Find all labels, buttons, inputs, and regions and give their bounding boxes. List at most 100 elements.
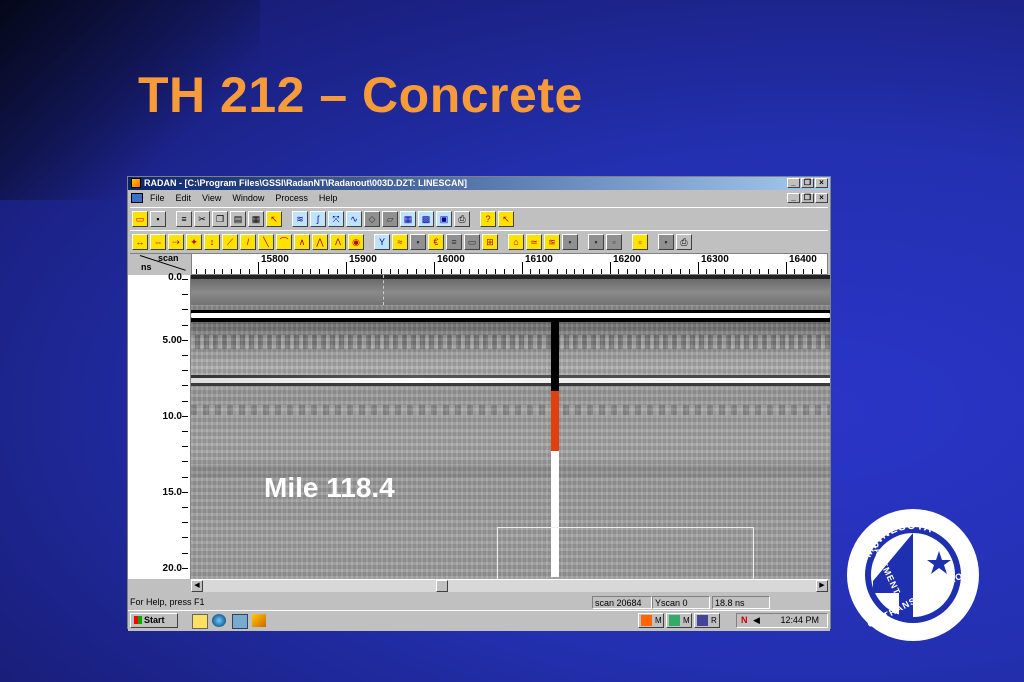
marker-icon[interactable]: ▫ [632,234,648,250]
context-help-icon[interactable]: ↖ [498,211,514,227]
time-axis-tick [182,370,188,372]
selection-rectangle[interactable] [497,527,754,579]
copy-icon[interactable]: ❐ [212,211,228,227]
paste-icon[interactable]: ▤ [230,211,246,227]
wave-icon[interactable]: ∿ [346,211,362,227]
ruler-tick [495,269,497,274]
tray-flag[interactable]: N [741,614,748,627]
quicklaunch-icon[interactable] [252,614,266,627]
velocity-icon[interactable]: ╲ [258,234,274,250]
zoom-icon[interactable]: ⤧ [328,211,344,227]
printer-icon[interactable]: ⎙ [676,234,692,250]
desktop-icon[interactable] [192,614,208,629]
radargram-plot[interactable] [191,275,830,579]
ruler-tick [460,269,461,274]
ruler-tick [257,262,259,274]
ruler-tick [451,269,453,274]
block-icon[interactable]: ▪ [562,234,578,250]
minimize-button[interactable]: _ [787,178,800,188]
doc-close-button[interactable]: × [815,193,828,203]
migration-icon[interactable]: ⌒ [276,234,292,250]
slope-icon[interactable]: / [240,234,256,250]
ruler-tick [354,269,356,274]
ie-icon[interactable] [212,614,226,627]
menu-window[interactable]: Window [232,191,264,205]
surface-icon[interactable]: ⌂ [508,234,524,250]
clock: 12:44 PM [780,615,819,625]
open-icon[interactable]: ▭ [132,211,148,227]
help-icon[interactable]: ? [480,211,496,227]
box-icon[interactable]: ▪ [410,234,426,250]
ruler-tick [301,269,303,274]
export-icon[interactable]: ▪ [588,234,604,250]
task-button[interactable]: M [638,613,664,628]
scroll-thumb[interactable] [436,580,448,592]
properties-icon[interactable]: ≡ [176,211,192,227]
radan-window[interactable]: RADAN - [C:\Program Files\GSSI\RadanNT\R… [127,176,831,631]
hyperbola-icon[interactable]: ∧ [294,234,310,250]
monitor-icon[interactable]: ▣ [436,211,452,227]
ruler-tick [275,269,277,274]
time-zero-icon[interactable]: ↕ [204,234,220,250]
target-icon[interactable]: ◉ [348,234,364,250]
window-icon[interactable]: ▭ [464,234,480,250]
gain-icon[interactable]: ⟋ [222,234,238,250]
fit-icon[interactable]: ⋀ [312,234,328,250]
doc-minimize-button[interactable]: _ [787,193,800,203]
report-icon[interactable]: ▪ [658,234,674,250]
wiggle-icon[interactable]: ʃ [310,211,326,227]
start-button[interactable]: Start [130,613,178,628]
palette-icon[interactable]: ▩ [418,211,434,227]
3d-icon[interactable]: ◇ [364,211,380,227]
trace-icon[interactable]: ⊞ [482,234,498,250]
doc-restore-button[interactable]: ❐ [801,193,814,203]
layers-icon[interactable]: ≊ [544,234,560,250]
ruler-tick [521,262,523,274]
document-icon[interactable] [131,193,143,203]
horizontal-scale-icon[interactable]: ↔ [132,234,148,250]
task-button[interactable]: M [666,613,692,628]
position-icon[interactable]: ✦ [186,234,202,250]
grid-icon[interactable]: ▦ [400,211,416,227]
menu-process[interactable]: Process [275,191,308,205]
menu-view[interactable]: View [202,191,221,205]
vertical-scale-icon[interactable]: ⇔ [150,234,166,250]
time-axis: 0.0 5.00 10.0 15.0 20.0 [128,272,191,579]
slice-icon[interactable]: ▱ [382,211,398,227]
print-icon[interactable]: ⎙ [454,211,470,227]
cut-icon[interactable]: ✂ [194,211,210,227]
peak-icon[interactable]: Λ [330,234,346,250]
scroll-left-icon[interactable]: ◀ [191,580,203,592]
print-preview-icon[interactable]: ▦ [248,211,264,227]
task-button[interactable]: R [694,613,720,628]
linescan-icon[interactable]: ≋ [292,211,308,227]
restore-button[interactable]: ❐ [801,178,814,188]
speaker-icon[interactable]: ◀ [753,614,760,627]
time-axis-tick [182,324,188,326]
menu-edit[interactable]: Edit [176,191,192,205]
import-icon[interactable]: ▫ [606,234,622,250]
ruler-tick [759,269,761,274]
outlook-icon[interactable] [232,614,248,629]
title-bar[interactable]: RADAN - [C:\Program Files\GSSI\RadanNT\R… [128,177,830,190]
horizon-icon[interactable]: ≃ [526,234,542,250]
ruler-tick [539,269,541,274]
ruler-mark: 16200 [613,254,641,265]
menu-help[interactable]: Help [319,191,338,205]
filter-icon[interactable]: Y [374,234,390,250]
scroll-right-icon[interactable]: ▶ [816,580,828,592]
stack-icon[interactable]: ≡ [446,234,462,250]
ruler-tick [204,269,206,274]
ruler-tick [688,269,690,274]
band-icon[interactable]: ≈ [392,234,408,250]
fft-icon[interactable]: € [428,234,444,250]
ruler-tick [803,269,805,274]
ruler-tick [653,269,655,274]
distance-icon[interactable]: ⇢ [168,234,184,250]
ruler-tick [662,269,664,274]
cursor-icon[interactable]: ↖ [266,211,282,227]
horizontal-scrollbar[interactable]: ◀ ▶ [191,579,828,592]
menu-file[interactable]: File [150,191,165,205]
save-icon[interactable]: ▪ [150,211,166,227]
close-button[interactable]: × [815,178,828,188]
